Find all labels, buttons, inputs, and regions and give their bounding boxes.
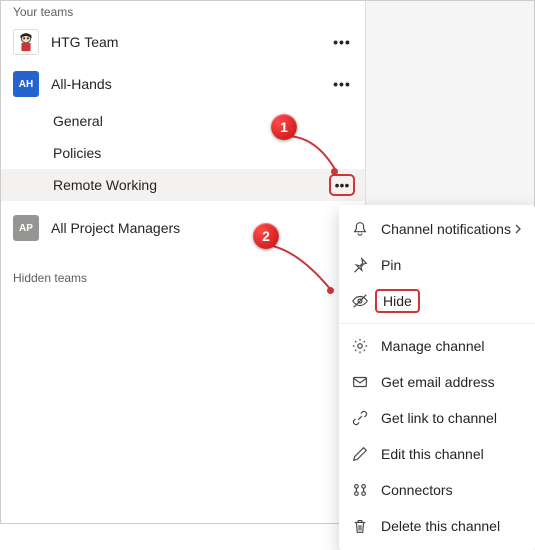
menu-manage[interactable]: Manage channel	[339, 328, 535, 364]
team-row-allhands[interactable]: AH All-Hands •••	[1, 63, 365, 105]
pin-icon	[351, 256, 369, 274]
mail-icon	[351, 373, 369, 391]
menu-notifications[interactable]: Channel notifications	[339, 211, 535, 247]
menu-connectors[interactable]: Connectors	[339, 472, 535, 508]
team-name: HTG Team	[51, 34, 329, 50]
cartoon-avatar-icon	[15, 31, 37, 53]
channel-policies[interactable]: Policies	[1, 137, 365, 169]
menu-hide[interactable]: Hide	[339, 283, 535, 319]
team-more-button[interactable]: •••	[329, 71, 355, 97]
menu-label: Pin	[381, 257, 523, 273]
menu-link[interactable]: Get link to channel	[339, 400, 535, 436]
section-hidden-teams: Hidden teams	[1, 249, 365, 285]
channel-label: Policies	[53, 145, 355, 161]
avatar-allhands: AH	[13, 71, 39, 97]
bell-icon	[351, 220, 369, 238]
menu-label: Manage channel	[381, 338, 523, 354]
callout-arrow-1-end	[331, 168, 338, 175]
channel-general[interactable]: General	[1, 105, 365, 137]
avatar-htg	[13, 29, 39, 55]
menu-separator	[339, 323, 535, 324]
menu-delete[interactable]: Delete this channel	[339, 508, 535, 544]
hide-icon	[351, 292, 369, 310]
gear-icon	[351, 337, 369, 355]
channel-context-menu: Channel notifications Pin Hide Manage ch…	[339, 205, 535, 550]
connectors-icon	[351, 481, 369, 499]
teams-sidebar: Your teams HTG Team ••• AH All-Hands •••…	[1, 1, 366, 523]
team-row-htg[interactable]: HTG Team •••	[1, 21, 365, 63]
callout-arrow-2-end	[327, 287, 334, 294]
more-dots-icon: •••	[335, 178, 350, 192]
menu-label: Get link to channel	[381, 410, 523, 426]
menu-label: Get email address	[381, 374, 523, 390]
team-more-button[interactable]: •••	[329, 29, 355, 55]
team-name: All-Hands	[51, 76, 329, 92]
channel-remote-working[interactable]: Remote Working •••	[1, 169, 365, 201]
menu-label: Hide	[383, 293, 412, 309]
trash-icon	[351, 517, 369, 535]
team-row-apm[interactable]: AP All Project Managers	[1, 207, 365, 249]
menu-label: Connectors	[381, 482, 523, 498]
menu-edit[interactable]: Edit this channel	[339, 436, 535, 472]
avatar-apm: AP	[13, 215, 39, 241]
menu-label: Delete this channel	[381, 518, 523, 534]
team-name: All Project Managers	[51, 220, 355, 236]
pencil-icon	[351, 445, 369, 463]
menu-label: Channel notifications	[381, 221, 513, 237]
more-dots-icon: •••	[333, 77, 351, 91]
menu-email[interactable]: Get email address	[339, 364, 535, 400]
channel-label: Remote Working	[53, 177, 329, 193]
menu-label: Edit this channel	[381, 446, 523, 462]
more-dots-icon: •••	[333, 35, 351, 49]
channel-more-button[interactable]: •••	[329, 174, 355, 196]
callout-marker-1: 1	[271, 114, 297, 140]
menu-pin[interactable]: Pin	[339, 247, 535, 283]
chevron-right-icon	[513, 221, 523, 237]
section-your-teams: Your teams	[1, 1, 365, 21]
link-icon	[351, 409, 369, 427]
channel-label: General	[53, 113, 355, 129]
callout-marker-2: 2	[253, 223, 279, 249]
